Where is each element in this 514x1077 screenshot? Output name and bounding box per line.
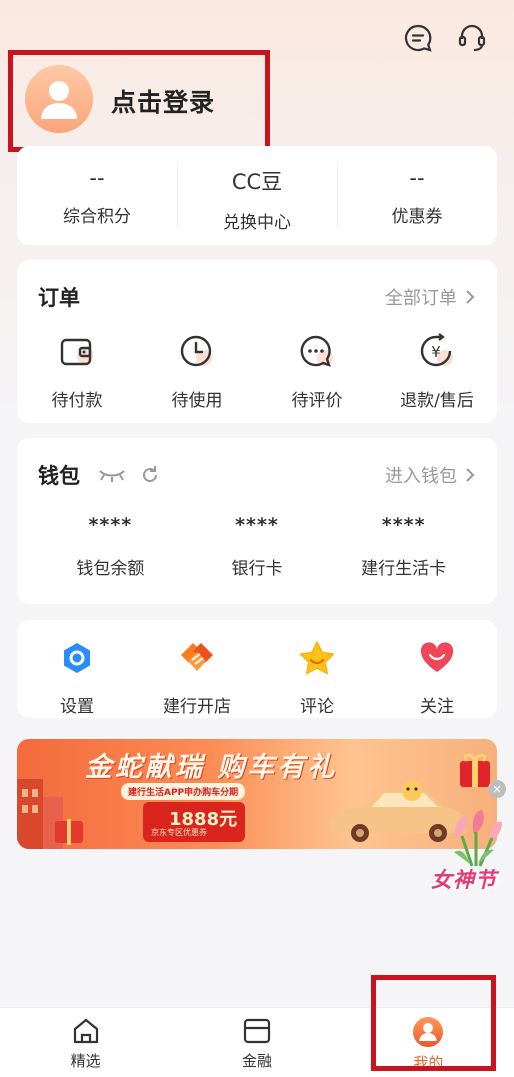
womens-day-float-badge[interactable]: 女神节 [428, 808, 514, 900]
wallet-balance[interactable]: **** 钱包余额 [37, 514, 184, 579]
message-icon[interactable] [402, 22, 434, 54]
tool-settings[interactable]: 设置 [17, 636, 137, 717]
wallet-header: 钱包 进入钱包 [38, 460, 475, 490]
tool-label: 设置 [60, 697, 94, 717]
refund-icon: ¥ [415, 330, 459, 374]
orders-header: 订单 全部订单 [38, 282, 475, 312]
all-orders-link[interactable]: 全部订单 [385, 284, 475, 310]
orders-card: 订单 全部订单 待付款 待使用 待评价 ¥ 退款/售后 [17, 260, 497, 423]
stat-exchange[interactable]: CC豆 兑换中心 [177, 146, 337, 245]
stat-label: 兑换中心 [223, 213, 291, 233]
wallet-life-card[interactable]: **** 建行生活卡 [330, 514, 477, 579]
tab-highlight-box [371, 975, 496, 1071]
eye-closed-icon[interactable] [98, 467, 126, 483]
masked-value: **** [235, 514, 279, 536]
order-to-use[interactable]: 待使用 [137, 330, 257, 411]
tool-label: 建行开店 [163, 697, 231, 717]
stat-label: 综合积分 [63, 207, 131, 227]
womens-day-label: 女神节 [431, 868, 497, 892]
wallet-label: 钱包余额 [76, 559, 145, 579]
wallet-row: **** 钱包余额 **** 银行卡 **** 建行生活卡 [17, 514, 497, 579]
chevron-right-icon [466, 468, 475, 482]
clock-icon [175, 330, 219, 374]
enter-wallet-label: 进入钱包 [385, 466, 457, 487]
login-label[interactable]: 点击登录 [111, 83, 215, 119]
customer-service-icon[interactable] [456, 22, 488, 54]
stat-coupons[interactable]: -- 优惠券 [337, 146, 497, 245]
tool-open-shop[interactable]: 建行开店 [137, 636, 257, 717]
tool-label: 评论 [300, 697, 334, 717]
wallet-card: 钱包 进入钱包 **** 钱包余额 **** 银行卡 **** 建行生活卡 [17, 438, 497, 604]
stat-value: -- [409, 166, 425, 190]
tool-label: 关注 [420, 697, 454, 717]
wallet-label: 建行生活卡 [361, 559, 447, 579]
shop-icon [175, 636, 219, 680]
default-avatar-icon [25, 65, 93, 133]
banner-subtitle: 建行生活APP申办购车分期 [121, 783, 246, 800]
tab-featured[interactable]: 精选 [0, 1008, 171, 1077]
masked-value: **** [88, 514, 133, 536]
stat-value: -- [89, 166, 105, 190]
tool-reviews[interactable]: 评论 [257, 636, 377, 717]
tool-follow[interactable]: 关注 [377, 636, 497, 717]
chat-icon [295, 330, 339, 374]
stat-points[interactable]: -- 综合积分 [17, 146, 177, 245]
coupon-note: 京东专区优惠券 [151, 828, 207, 837]
login-area[interactable]: 点击登录 [8, 50, 270, 152]
banner-title: 金蛇献瑞 购车有礼 [85, 752, 338, 783]
svg-text:¥: ¥ [431, 343, 441, 361]
enter-wallet-link[interactable]: 进入钱包 [385, 462, 475, 488]
wallet-title: 钱包 [38, 464, 80, 488]
top-actions [402, 22, 488, 54]
order-refund[interactable]: ¥ 退款/售后 [377, 330, 497, 411]
wallet-label: 银行卡 [231, 559, 283, 579]
order-status-label: 退款/售后 [400, 391, 474, 411]
chevron-right-icon [466, 290, 475, 304]
order-status-label: 待使用 [171, 391, 223, 411]
tools-row: 设置 建行开店 评论 关注 [17, 636, 497, 717]
stats-card: -- 综合积分 CC豆 兑换中心 -- 优惠券 [17, 146, 497, 245]
home-icon [73, 1018, 98, 1044]
heart-icon [415, 636, 459, 680]
building-illustration-icon [17, 779, 83, 849]
tab-label: 金融 [241, 1052, 272, 1070]
card-icon [243, 1018, 271, 1044]
order-status-label: 待评价 [291, 391, 343, 411]
wallet-bank-card[interactable]: **** 银行卡 [184, 514, 331, 579]
banner-close-icon[interactable]: × [488, 780, 506, 798]
order-to-review[interactable]: 待评价 [257, 330, 377, 411]
banner-coupon: 1888元 京东专区优惠券 [143, 802, 245, 842]
stat-label: 优惠券 [391, 207, 443, 227]
wallet-icon [55, 330, 99, 374]
order-status-label: 待付款 [51, 391, 103, 411]
gift-icon [460, 753, 490, 787]
star-icon [295, 636, 339, 680]
orders-title: 订单 [38, 286, 80, 310]
refresh-icon[interactable] [140, 465, 160, 485]
tools-card: 设置 建行开店 评论 关注 [17, 620, 497, 718]
tab-label: 精选 [70, 1052, 101, 1070]
stat-value: CC豆 [231, 170, 283, 194]
order-status-row: 待付款 待使用 待评价 ¥ 退款/售后 [17, 330, 497, 411]
tab-finance[interactable]: 金融 [171, 1008, 342, 1077]
all-orders-label: 全部订单 [385, 288, 457, 309]
masked-value: **** [381, 514, 426, 536]
promo-banner[interactable]: 金蛇献瑞 购车有礼 建行生活APP申办购车分期 1888元 京东专区优惠券 [17, 739, 497, 849]
order-pending-payment[interactable]: 待付款 [17, 330, 137, 411]
tulip-bouquet-icon [454, 810, 502, 867]
settings-icon [55, 636, 99, 680]
